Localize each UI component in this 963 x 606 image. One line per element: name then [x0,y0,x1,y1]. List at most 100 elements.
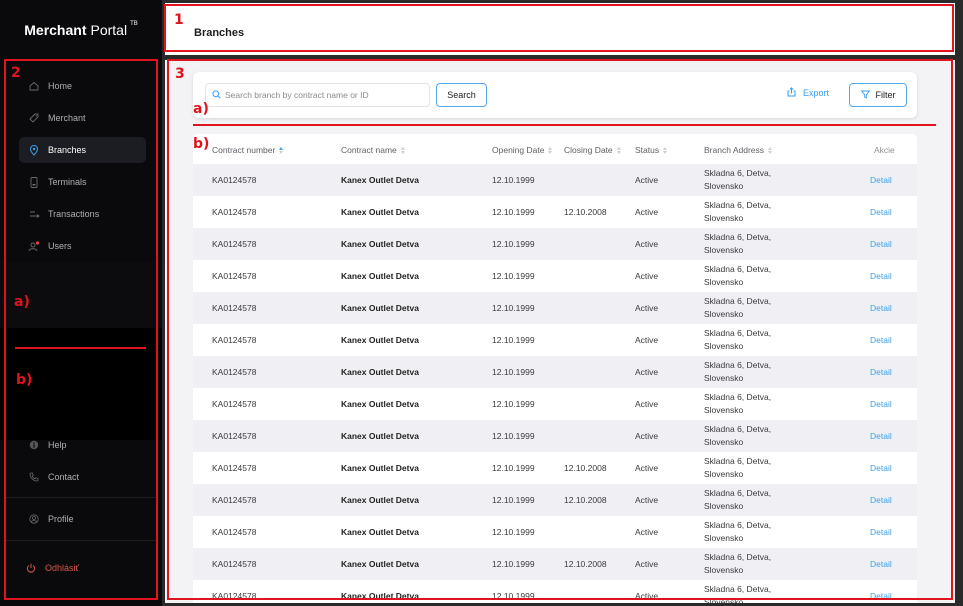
annotation-label: b) [193,136,210,152]
filter-icon [860,90,870,101]
column-header-contract-name[interactable]: Contract name [341,145,405,155]
cell-branch-address: Skladna 6, Detva, Slovensko [704,164,794,196]
address-line-1: Skladna 6, Detva, [704,456,772,466]
sidebar-item-merchant[interactable]: Merchant [19,105,146,131]
cell-opening-date: 12.10.1999 [492,335,535,345]
address-line-2: Slovensko [704,373,744,383]
cell-closing-date: 12.10.2008 [564,495,607,505]
detail-link[interactable]: Detail [870,292,892,324]
search-icon [212,86,221,104]
cell-contract-name: Kanex Outlet Detva [341,207,419,217]
annotation-label: a) [14,294,30,310]
column-header-closing-date[interactable]: Closing Date [564,145,621,155]
cell-branch-address: Skladna 6, Detva, Slovensko [704,356,794,388]
table-row[interactable]: KA0124578 Kanex Outlet Detva 12.10.1999 Act… [193,260,917,292]
cell-branch-address: Skladna 6, Detva, Slovensko [704,260,794,292]
cell-contract-name: Kanex Outlet Detva [341,591,419,601]
address-line-1: Skladna 6, Detva, [704,488,772,498]
address-line-1: Skladna 6, Detva, [704,232,772,242]
sidebar-item-label: Users [48,241,72,251]
table-row[interactable]: KA0124578 Kanex Outlet Detva 12.10.1999 Act… [193,164,917,196]
column-header-opening-date[interactable]: Opening Date [492,145,553,155]
brand-mark: TB [130,21,138,27]
cell-status: Active [635,303,659,313]
home-icon [19,81,49,91]
export-button[interactable]: Export [787,87,829,99]
cell-closing-date: 12.10.2008 [564,559,607,569]
address-line-2: Slovensko [704,341,744,351]
table-row[interactable]: KA0124578 Kanex Outlet Detva 12.10.1999 Act… [193,516,917,548]
sidebar-item-terminals[interactable]: Terminals [19,169,146,195]
cell-contract-number: KA0124578 [212,367,257,377]
address-line-2: Slovensko [704,405,744,415]
column-header-branch-address[interactable]: Branch Address [704,145,773,155]
detail-link[interactable]: Detail [870,196,892,228]
table-row[interactable]: KA0124578 Kanex Outlet Detva 12.10.1999 12.… [193,452,917,484]
table-row[interactable]: KA0124578 Kanex Outlet Detva 12.10.1999 Act… [193,292,917,324]
detail-link[interactable]: Detail [870,356,892,388]
detail-link[interactable]: Detail [870,388,892,420]
table-row[interactable]: KA0124578 Kanex Outlet Detva 12.10.1999 Act… [193,580,917,603]
table-row[interactable]: KA0124578 Kanex Outlet Detva 12.10.1999 12.… [193,484,917,516]
address-line-1: Skladna 6, Detva, [704,520,772,530]
sidebar-item-label: Merchant [48,113,86,123]
sidebar-item-contact[interactable]: Contact [19,464,146,490]
table-row[interactable]: KA0124578 Kanex Outlet Detva 12.10.1999 Act… [193,356,917,388]
sort-asc-icon [279,146,284,154]
cell-status: Active [635,335,659,345]
sidebar-item-transactions[interactable]: Transactions [19,201,146,227]
cell-branch-address: Skladna 6, Detva, Slovensko [704,196,794,228]
brand-name-light: Portal [90,22,128,38]
table-row[interactable]: KA0124578 Kanex Outlet Detva 12.10.1999 12.… [193,548,917,580]
table-row[interactable]: KA0124578 Kanex Outlet Detva 12.10.1999 Act… [193,324,917,356]
cell-contract-name: Kanex Outlet Detva [341,303,419,313]
sort-icon [663,146,668,154]
sort-icon [616,146,621,154]
sidebar-item-branches[interactable]: Branches [19,137,146,163]
cell-contract-number: KA0124578 [212,527,257,537]
cell-contract-number: KA0124578 [212,591,257,601]
cell-contract-number: KA0124578 [212,463,257,473]
table-row[interactable]: KA0124578 Kanex Outlet Detva 12.10.1999 Act… [193,420,917,452]
detail-link[interactable]: Detail [870,420,892,452]
sort-icon [548,146,553,154]
sidebar-item-help[interactable]: Help [19,432,146,458]
detail-link[interactable]: Detail [870,580,892,603]
cell-contract-number: KA0124578 [212,335,257,345]
sidebar-item-users[interactable]: Users [19,233,146,259]
column-header-contract-number[interactable]: Contract number [212,145,284,155]
table-row[interactable]: KA0124578 Kanex Outlet Detva 12.10.1999 Act… [193,228,917,260]
address-line-2: Slovensko [704,533,744,543]
table-row[interactable]: KA0124578 Kanex Outlet Detva 12.10.1999 12.… [193,196,917,228]
detail-link[interactable]: Detail [870,324,892,356]
sidebar-item-label: Help [48,440,67,450]
cell-status: Active [635,239,659,249]
search-button[interactable]: Search [436,83,487,107]
table-row[interactable]: KA0124578 Kanex Outlet Detva 12.10.1999 Act… [193,388,917,420]
address-line-2: Slovensko [704,469,744,479]
sort-icon [400,146,405,154]
cell-branch-address: Skladna 6, Detva, Slovensko [704,548,794,580]
sidebar-item-profile[interactable]: Profile [19,506,146,532]
phone-icon [19,472,49,482]
cell-opening-date: 12.10.1999 [492,591,535,601]
detail-link[interactable]: Detail [870,260,892,292]
detail-link[interactable]: Detail [870,228,892,260]
cell-branch-address: Skladna 6, Detva, Slovensko [704,388,794,420]
cell-opening-date: 12.10.1999 [492,495,535,505]
filter-button[interactable]: Filter [849,83,907,107]
sidebar-item-home[interactable]: Home [19,73,146,99]
detail-link[interactable]: Detail [870,548,892,580]
logout-button[interactable]: Odhlásiť [16,555,143,581]
column-header-status[interactable]: Status [635,145,668,155]
page-header: Branches [165,3,955,55]
search-field[interactable] [205,83,430,107]
detail-link[interactable]: Detail [870,452,892,484]
detail-link[interactable]: Detail [870,484,892,516]
detail-link[interactable]: Detail [870,164,892,196]
search-input[interactable] [225,90,425,100]
detail-link[interactable]: Detail [870,516,892,548]
address-line-1: Skladna 6, Detva, [704,328,772,338]
cell-status: Active [635,591,659,601]
address-line-2: Slovensko [704,597,744,603]
